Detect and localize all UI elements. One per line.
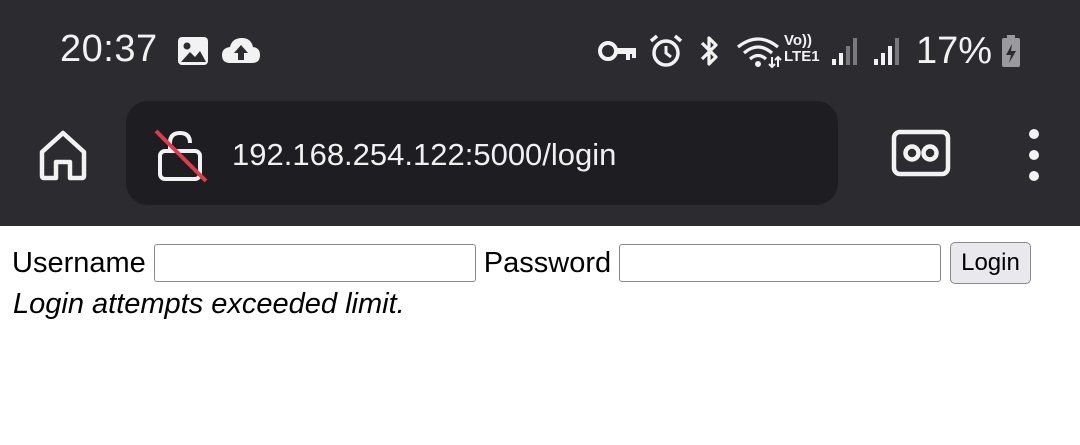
alarm-icon	[649, 34, 683, 67]
volte-icon: Vo)) LTE1	[784, 33, 820, 65]
password-field[interactable]	[619, 244, 942, 282]
address-bar[interactable]: 192.168.254.122:5000/login	[126, 101, 838, 205]
url-text[interactable]: 192.168.254.122:5000/login	[232, 137, 616, 173]
insecure-lock-icon[interactable]	[152, 127, 208, 183]
browser-toolbar: 192.168.254.122:5000/login	[0, 100, 1080, 226]
incognito-tabs-icon[interactable]	[890, 126, 954, 182]
wifi-icon	[737, 37, 782, 69]
error-message: Login attempts exceeded limit.	[13, 288, 405, 320]
gallery-icon	[178, 37, 208, 65]
password-label: Password	[483, 246, 612, 279]
login-button[interactable]: Login	[950, 242, 1031, 284]
browser-chrome: 20:37 Vo)) LTE1 17% 192.168.254.122:5000…	[0, 0, 1080, 226]
volte-label: Vo))	[784, 32, 813, 49]
home-icon[interactable]	[30, 122, 96, 188]
lte-label: LTE1	[784, 48, 820, 65]
battery-charging-icon	[1002, 35, 1020, 67]
page-content: Username Password Login Login attempts e…	[0, 226, 1080, 445]
signal-icon	[874, 38, 899, 65]
status-bar: 20:37 Vo)) LTE1 17%	[0, 0, 1080, 100]
status-time: 20:37	[60, 28, 158, 70]
vpn-key-icon	[598, 41, 636, 61]
login-form: Username Password Login	[12, 242, 1031, 284]
battery-percent: 17%	[916, 30, 993, 72]
cloud-upload-icon	[222, 38, 260, 63]
more-vert-icon[interactable]	[1012, 124, 1056, 186]
signal-icon	[832, 38, 857, 65]
username-field[interactable]	[153, 244, 476, 282]
username-label: Username	[12, 246, 146, 279]
bluetooth-icon	[700, 36, 718, 66]
